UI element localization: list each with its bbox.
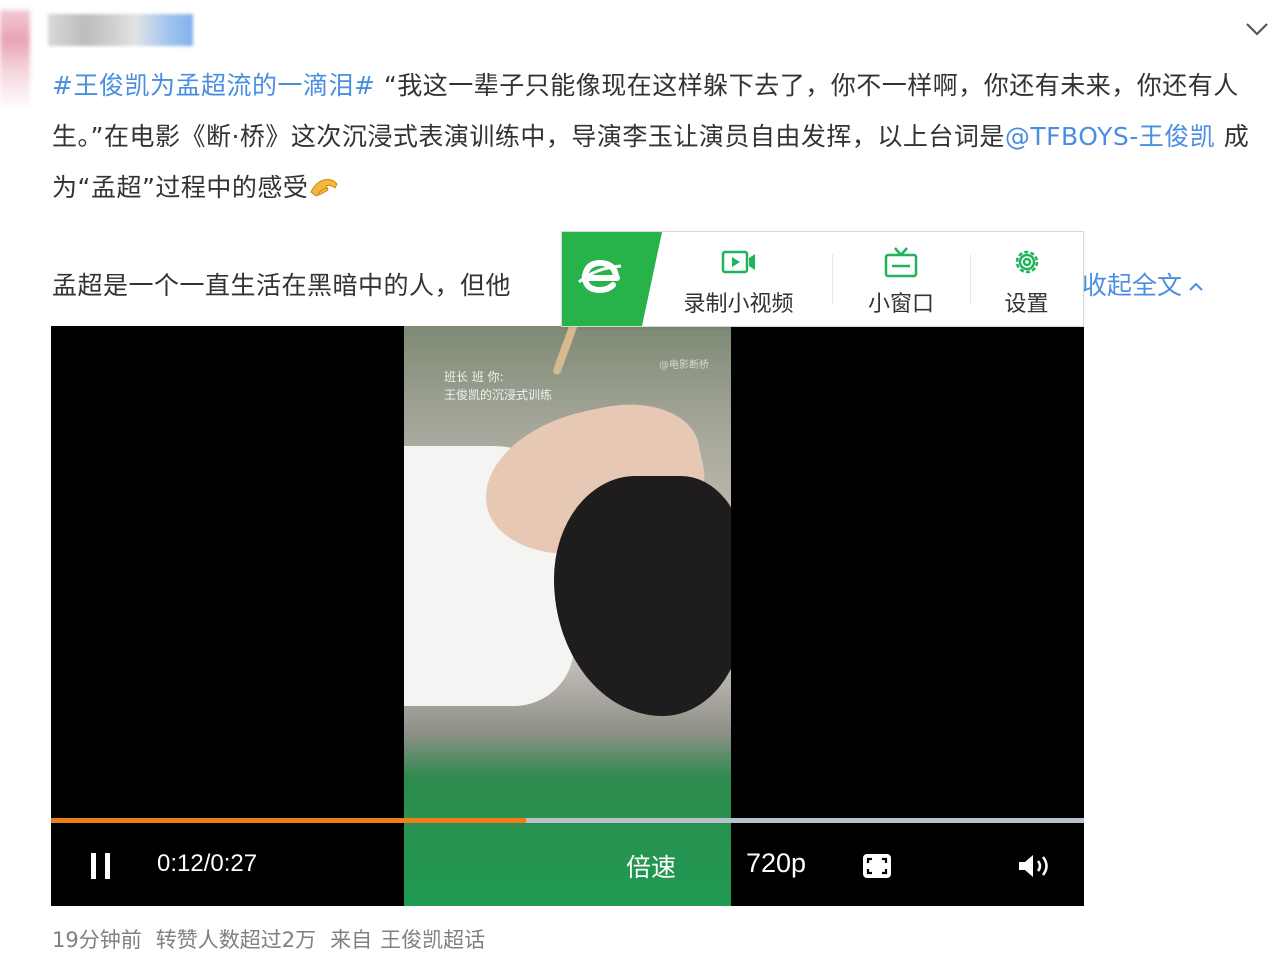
fullscreen-icon[interactable] (862, 853, 892, 879)
frame-caption: 班长 班 你: 王俊凯的沉浸式训练 (444, 368, 552, 404)
chevron-up-icon (1189, 282, 1203, 291)
frame-hair (554, 476, 731, 716)
source-link[interactable]: 王俊凯超话 (380, 928, 485, 952)
browser-logo[interactable] (562, 232, 662, 326)
frame-caption-line2: 王俊凯的沉浸式训练 (444, 388, 553, 402)
collapse-fulltext-link[interactable]: 收起全文 (1082, 266, 1204, 302)
frame-watermark: @电影断桥 (659, 360, 709, 371)
mention-link[interactable]: @TFBOYS-王俊凯 (1005, 122, 1215, 151)
mini-window-button[interactable]: 小窗口 (832, 232, 970, 326)
chevron-down-icon[interactable] (1242, 14, 1272, 44)
post-footer: 19分钟前 转赞人数超过2万 来自 王俊凯超话 (52, 924, 499, 954)
quality-button[interactable]: 720p (746, 848, 806, 879)
post-time[interactable]: 19分钟前 (52, 928, 142, 952)
hashtag-link[interactable]: #王俊凯为孟超流的一滴泪# (52, 71, 375, 100)
video-player[interactable]: 班长 班 你: 王俊凯的沉浸式训练 @电影断桥 0:12/0:27 倍速 720… (51, 326, 1084, 906)
gear-icon (1015, 250, 1038, 274)
record-video-label: 录制小视频 (683, 292, 794, 317)
speed-button[interactable]: 倍速 (626, 848, 676, 884)
video-toolbar: 录制小视频 小窗口 设置 (561, 231, 1084, 327)
time-display: 0:12/0:27 (157, 850, 258, 877)
e-logo-icon (578, 259, 622, 294)
avatar[interactable] (0, 10, 30, 110)
source-label: 来自 (330, 928, 373, 952)
tv-icon (884, 247, 918, 278)
frame-prop (551, 326, 581, 376)
post-text: #王俊凯为孟超流的一滴泪# “我这一辈子只能像现在这样躲下去了，你不一样啊，你还… (52, 60, 1267, 213)
hands-emoji-icon (310, 179, 338, 197)
repost-info: 转赞人数超过2万 (155, 928, 317, 952)
username[interactable] (48, 14, 193, 46)
second-paragraph: 孟超是一个一直生活在黑暗中的人，但他 (52, 271, 512, 300)
settings-button[interactable]: 设置 (970, 232, 1083, 326)
settings-label: 设置 (1004, 292, 1049, 317)
video-controls: 0:12/0:27 倍速 720p (51, 823, 1084, 906)
frame-caption-line1: 班长 班 你: (444, 370, 504, 384)
collapse-label: 收起全文 (1082, 271, 1183, 300)
video-camera-icon (721, 250, 755, 274)
pause-icon[interactable] (88, 851, 114, 881)
mini-window-label: 小窗口 (867, 292, 934, 317)
volume-icon[interactable] (1017, 853, 1051, 879)
record-video-button[interactable]: 录制小视频 (662, 232, 815, 326)
